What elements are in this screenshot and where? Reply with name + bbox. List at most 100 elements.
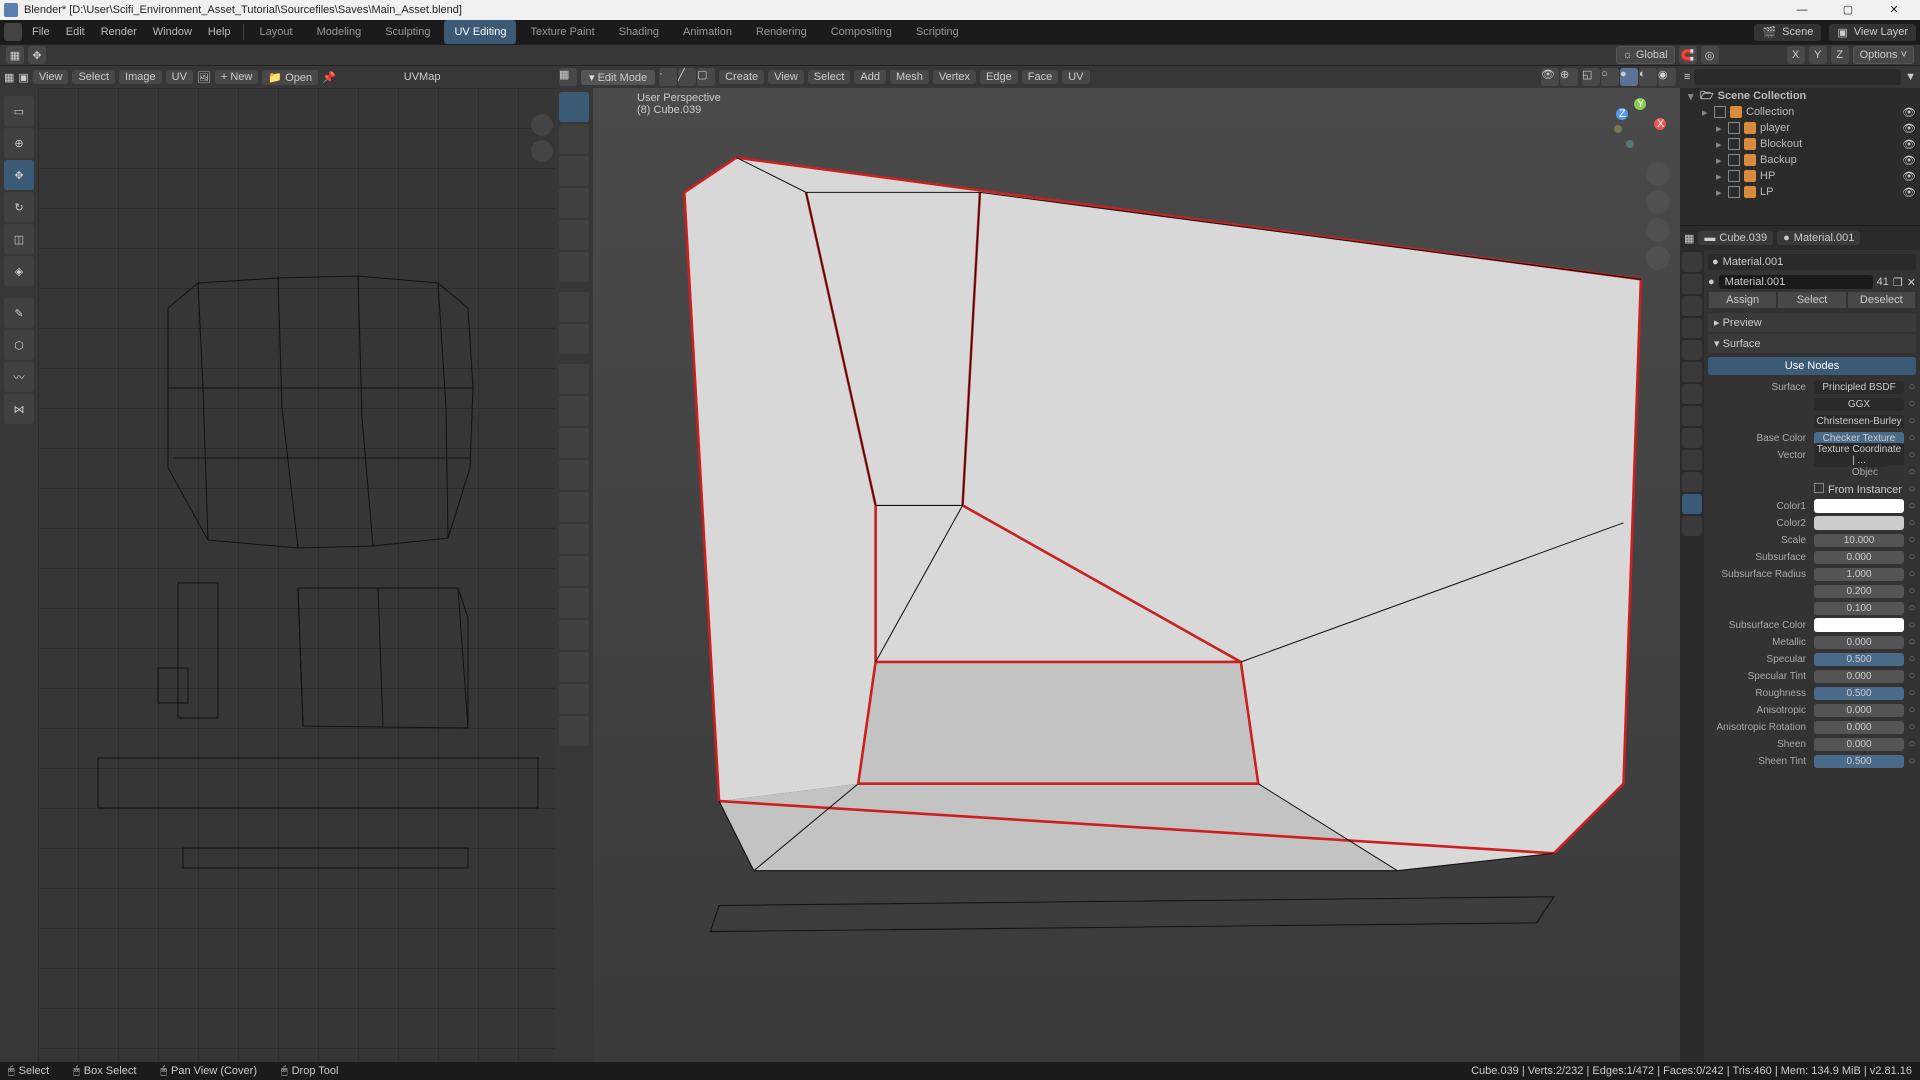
dropdown[interactable]: Christensen-Burley <box>1814 415 1904 428</box>
tab-scripting[interactable]: Scripting <box>906 20 969 44</box>
outliner-filter-icon[interactable]: ▼ <box>1905 71 1916 83</box>
max-button[interactable]: ▢ <box>1826 0 1870 20</box>
menu-render[interactable]: Render <box>95 20 143 44</box>
viewport-mesh[interactable] <box>593 88 1680 1062</box>
shading-solid-icon[interactable]: ● <box>1620 68 1638 86</box>
shading-render-icon[interactable]: ◉ <box>1658 68 1676 86</box>
overlay-toggle-icon[interactable]: 👁 <box>1541 68 1559 86</box>
vp-scale-tool[interactable] <box>559 220 589 250</box>
ptab-constraints[interactable] <box>1682 450 1702 470</box>
vp-create-menu[interactable]: Create <box>719 70 764 84</box>
xyz-z-toggle[interactable]: Z <box>1831 46 1849 64</box>
use-nodes-button[interactable]: Use Nodes <box>1708 357 1916 375</box>
nav-pan-icon[interactable] <box>1646 190 1670 214</box>
outliner-item[interactable]: ▸player👁 <box>1680 120 1920 136</box>
orientation-dropdown[interactable]: ☼ Global <box>1616 46 1675 64</box>
uv-uv-menu[interactable]: UV <box>166 70 193 84</box>
pin-icon[interactable]: 📌 <box>322 71 336 84</box>
material-unlink-icon[interactable]: ✕ <box>1907 276 1916 289</box>
vp-editor-type-icon[interactable]: ▦ <box>559 68 577 86</box>
uv-move-tool[interactable]: ✥ <box>4 160 34 190</box>
tab-sculpting[interactable]: Sculpting <box>375 20 440 44</box>
outliner-item[interactable]: ▸LP👁 <box>1680 184 1920 200</box>
uv-select-menu[interactable]: Select <box>72 70 115 84</box>
vp-add-menu[interactable]: Add <box>854 70 886 84</box>
vp-smooth-tool[interactable] <box>559 620 589 650</box>
breadcrumb-material[interactable]: ●Material.001 <box>1777 231 1860 245</box>
ptab-physics[interactable] <box>1682 428 1702 448</box>
shading-lookdev-icon[interactable]: ◐ <box>1639 68 1657 86</box>
menu-file[interactable]: File <box>26 20 56 44</box>
number-field[interactable]: 0.000 <box>1814 636 1904 649</box>
vp-bevel-tool[interactable] <box>559 460 589 490</box>
vp-inset-tool[interactable] <box>559 428 589 458</box>
number-field[interactable]: 1.000 <box>1814 568 1904 581</box>
cursor-tool-icon[interactable]: ✥ <box>28 46 46 64</box>
vp-cursor-tool[interactable] <box>559 124 589 154</box>
open-image-button[interactable]: 📁 Open <box>262 70 318 85</box>
outliner-type-icon[interactable]: ≡ <box>1684 71 1690 83</box>
menu-help[interactable]: Help <box>202 20 237 44</box>
number-field[interactable]: 0.000 <box>1814 670 1904 683</box>
vp-select-tool[interactable] <box>559 92 589 122</box>
tab-rendering[interactable]: Rendering <box>746 20 817 44</box>
vp-transform-tool[interactable] <box>559 252 589 282</box>
uv-pan-icon[interactable] <box>531 140 553 162</box>
uv-cursor-tool[interactable]: ⊕ <box>4 128 34 158</box>
uv-zoom-icon[interactable] <box>531 114 553 136</box>
menu-window[interactable]: Window <box>147 20 198 44</box>
number-field[interactable]: 0.500 <box>1814 755 1904 768</box>
deselect-button[interactable]: Deselect <box>1847 291 1916 309</box>
outliner-item[interactable]: ▸HP👁 <box>1680 168 1920 184</box>
uv-relax-tool[interactable]: 〰 <box>4 362 34 392</box>
image-browse-icon[interactable]: 🖼 <box>197 71 211 84</box>
number-field[interactable]: 0.500 <box>1814 653 1904 666</box>
ptab-render[interactable] <box>1682 252 1702 272</box>
nav-zoom-icon[interactable] <box>1646 162 1670 186</box>
sel-vertex-icon[interactable]: · <box>659 68 677 86</box>
xyz-y-toggle[interactable]: Y <box>1809 46 1827 64</box>
ptab-material[interactable] <box>1682 494 1702 514</box>
shading-wire-icon[interactable]: ○ <box>1601 68 1619 86</box>
outliner-item[interactable]: ▸Backup👁 <box>1680 152 1920 168</box>
vp-polybuild-tool[interactable] <box>559 556 589 586</box>
vp-addcube-tool[interactable] <box>559 364 589 394</box>
vp-move-tool[interactable] <box>559 156 589 186</box>
tab-layout[interactable]: Layout <box>250 20 303 44</box>
nav-gizmo[interactable]: X Y Z <box>1610 96 1670 156</box>
number-field[interactable]: 10.000 <box>1814 534 1904 547</box>
number-field[interactable]: 0.200 <box>1814 585 1904 598</box>
uvmap-field[interactable]: UVMap <box>404 71 441 83</box>
uv-transform-tool[interactable]: ◈ <box>4 256 34 286</box>
ptab-texture[interactable] <box>1682 516 1702 536</box>
sel-edge-icon[interactable]: ╱ <box>678 68 696 86</box>
snap-icon[interactable]: 🧲 <box>1679 46 1697 64</box>
preview-panel[interactable]: ▸ Preview <box>1708 313 1916 332</box>
ptab-viewlayer[interactable] <box>1682 296 1702 316</box>
ptab-meshdata[interactable] <box>1682 472 1702 492</box>
number-field[interactable]: 0.000 <box>1814 551 1904 564</box>
prop-editor-icon[interactable]: ▦ <box>1684 232 1694 245</box>
blender-logo-icon[interactable] <box>4 23 22 41</box>
xyz-x-toggle[interactable]: X <box>1787 46 1805 64</box>
sel-face-icon[interactable]: ▢ <box>697 68 715 86</box>
uv-rotate-tool[interactable]: ↻ <box>4 192 34 222</box>
vp-select-menu[interactable]: Select <box>808 70 851 84</box>
color-swatch[interactable] <box>1814 516 1904 530</box>
viewlayer-selector[interactable]: ▣View Layer <box>1829 24 1916 41</box>
ptab-particles[interactable] <box>1682 406 1702 426</box>
uv-editor-type-icon[interactable]: ▦ <box>4 71 14 84</box>
dropdown[interactable]: Texture Coordinate | ... <box>1814 443 1904 467</box>
options-button[interactable]: Options ˅ <box>1853 46 1914 64</box>
vp-uv-menu[interactable]: UV <box>1062 70 1089 84</box>
vp-annotate-tool[interactable] <box>559 292 589 322</box>
new-image-button[interactable]: + New <box>215 70 259 84</box>
close-button[interactable]: ✕ <box>1872 0 1916 20</box>
vp-loopcut-tool[interactable] <box>559 492 589 522</box>
material-slot[interactable]: ●Material.001 <box>1708 254 1916 270</box>
vp-measure-tool[interactable] <box>559 324 589 354</box>
min-button[interactable]: — <box>1780 0 1824 20</box>
material-newcopy-icon[interactable]: ❐ <box>1893 276 1903 289</box>
vp-shrink-tool[interactable] <box>559 684 589 714</box>
surface-panel[interactable]: ▾ Surface <box>1708 334 1916 353</box>
